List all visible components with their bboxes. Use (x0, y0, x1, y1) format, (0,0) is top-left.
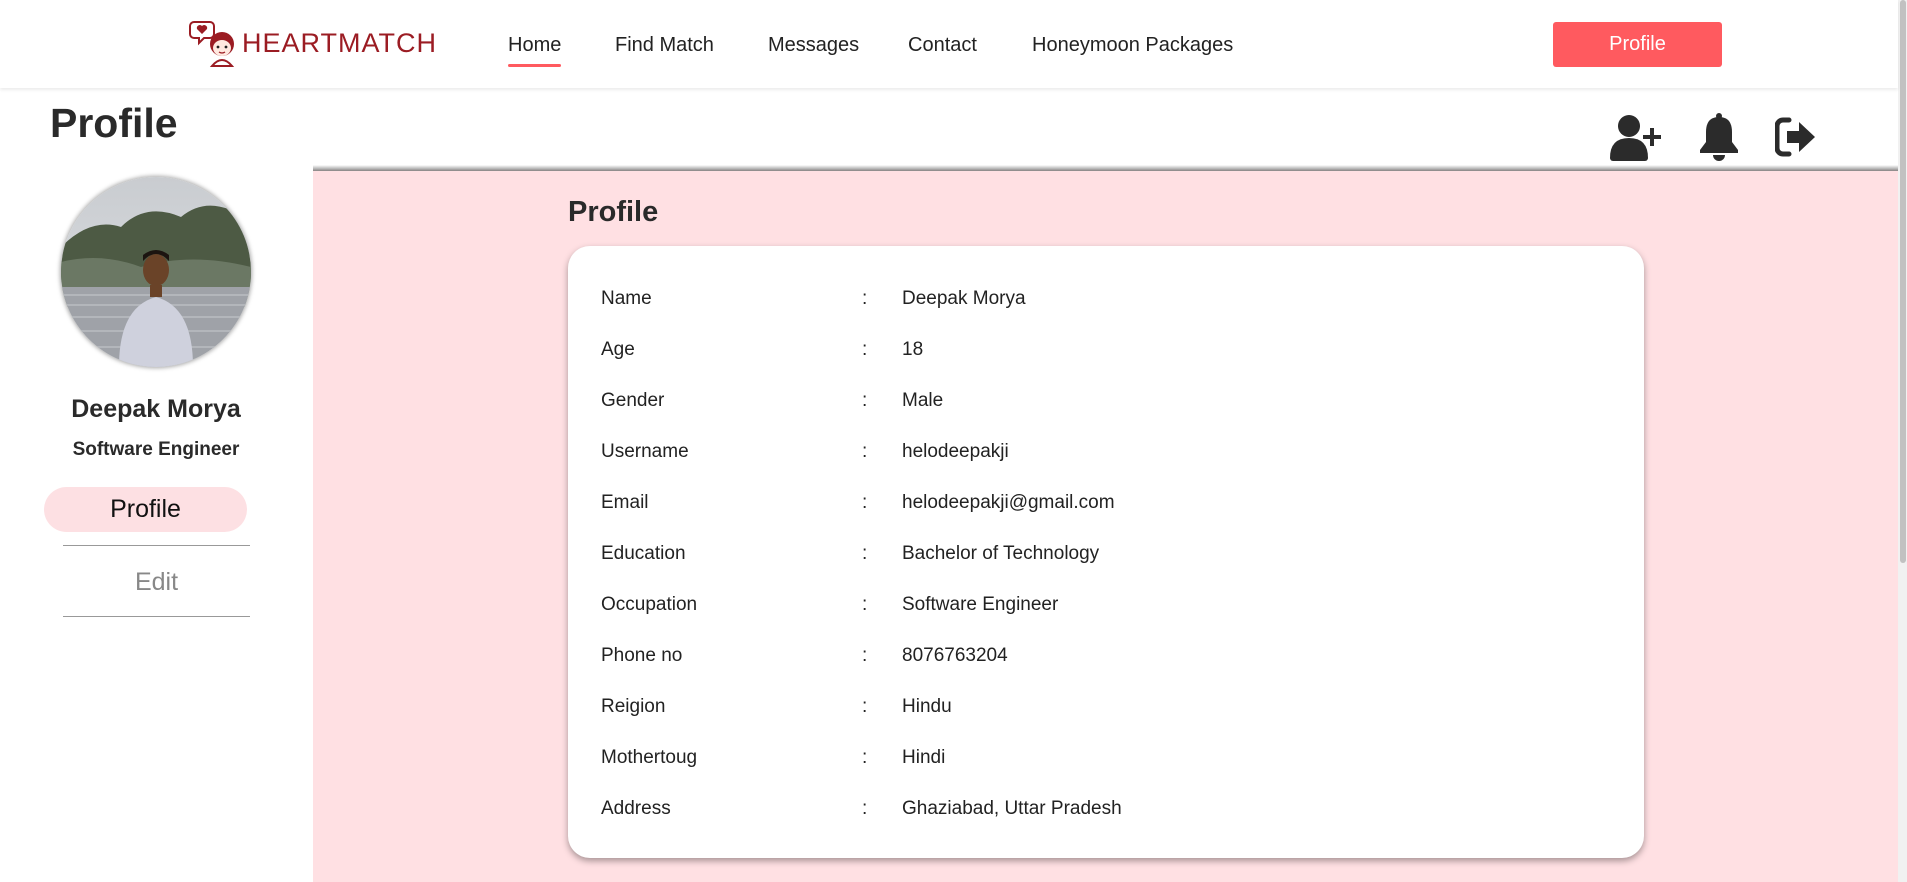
field-separator: : (862, 492, 868, 513)
nav-contact[interactable]: Contact (908, 32, 977, 58)
field-label: Education (601, 543, 686, 564)
field-separator: : (862, 390, 868, 411)
detail-row-religion: Reigion : Hindu (568, 696, 1644, 726)
field-separator: : (862, 441, 868, 462)
field-separator: : (862, 645, 868, 666)
field-value: 8076763204 (902, 645, 1008, 666)
field-label: Username (601, 441, 689, 462)
nav-honeymoon-packages[interactable]: Honeymoon Packages (1032, 32, 1233, 58)
nav-messages[interactable]: Messages (768, 32, 859, 58)
field-value: Ghaziabad, Uttar Pradesh (902, 798, 1122, 819)
sidebar-divider (63, 616, 250, 617)
field-label: Phone no (601, 645, 683, 666)
sidebar-user-role: Software Engineer (72, 439, 240, 460)
field-label: Email (601, 492, 649, 513)
brand-name: HEARTMATCH (242, 27, 438, 58)
sidebar-user-name: Deepak Morya (71, 395, 241, 423)
field-separator: : (862, 696, 868, 717)
field-separator: : (862, 288, 868, 309)
logout-icon[interactable] (1774, 112, 1817, 162)
detail-row-username: Username : helodeepakji (568, 441, 1644, 471)
detail-row-name: Name : Deepak Morya (568, 288, 1644, 318)
field-value: 18 (902, 339, 924, 360)
field-value: Hindi (902, 747, 946, 768)
page-title: Profile (50, 100, 178, 146)
field-separator: : (862, 747, 868, 768)
field-separator: : (862, 543, 868, 564)
field-value: Male (902, 390, 944, 411)
detail-row-education: Education : Bachelor of Technology (568, 543, 1644, 573)
detail-row-email: Email : helodeepakji@gmail.com (568, 492, 1644, 522)
field-value: Bachelor of Technology (902, 543, 1100, 564)
sidebar-item-edit[interactable]: Edit (63, 560, 250, 605)
field-label: Gender (601, 390, 665, 411)
field-label: Address (601, 798, 671, 819)
scrollbar-thumb[interactable] (1900, 0, 1906, 563)
field-separator: : (862, 339, 868, 360)
detail-row-phone: Phone no : 8076763204 (568, 645, 1644, 675)
detail-row-gender: Gender : Male (568, 390, 1644, 420)
detail-row-occupation: Occupation : Software Engineer (568, 594, 1644, 624)
sidebar-divider (63, 545, 250, 546)
brand-logo[interactable]: HEARTMATCH (188, 18, 437, 68)
section-title: Profile (568, 196, 659, 228)
profile-button[interactable]: Profile (1553, 22, 1722, 67)
bell-icon[interactable] (1697, 112, 1741, 162)
top-navbar: HEARTMATCH Home Find Match Messages Cont… (0, 0, 1898, 88)
main-panel-top-shadow (313, 165, 1898, 171)
field-value: helodeepakji (902, 441, 1009, 462)
field-separator: : (862, 798, 868, 819)
field-label: Name (601, 288, 652, 309)
heart-mascot-icon (189, 21, 235, 67)
field-label: Age (601, 339, 635, 360)
field-value: Hindu (902, 696, 952, 717)
sidebar-item-profile[interactable]: Profile (44, 487, 247, 532)
field-value: Software Engineer (902, 594, 1059, 615)
field-value: Deepak Morya (902, 288, 1026, 309)
add-user-icon[interactable] (1609, 112, 1665, 162)
field-label: Mothertoug (601, 747, 698, 768)
detail-row-address: Address : Ghaziabad, Uttar Pradesh (568, 798, 1644, 828)
field-separator: : (862, 594, 868, 615)
field-value: helodeepakji@gmail.com (902, 492, 1115, 513)
nav-find-match[interactable]: Find Match (615, 32, 714, 58)
profile-details-card: Name : Deepak Morya Age : 18 Gender : Ma… (568, 246, 1644, 858)
detail-row-age: Age : 18 (568, 339, 1644, 369)
nav-home[interactable]: Home (508, 32, 562, 67)
avatar (61, 177, 251, 367)
detail-row-mothertongue: Mothertoug : Hindi (568, 747, 1644, 777)
field-label: Occupation (601, 594, 698, 615)
field-label: Reigion (601, 696, 666, 717)
